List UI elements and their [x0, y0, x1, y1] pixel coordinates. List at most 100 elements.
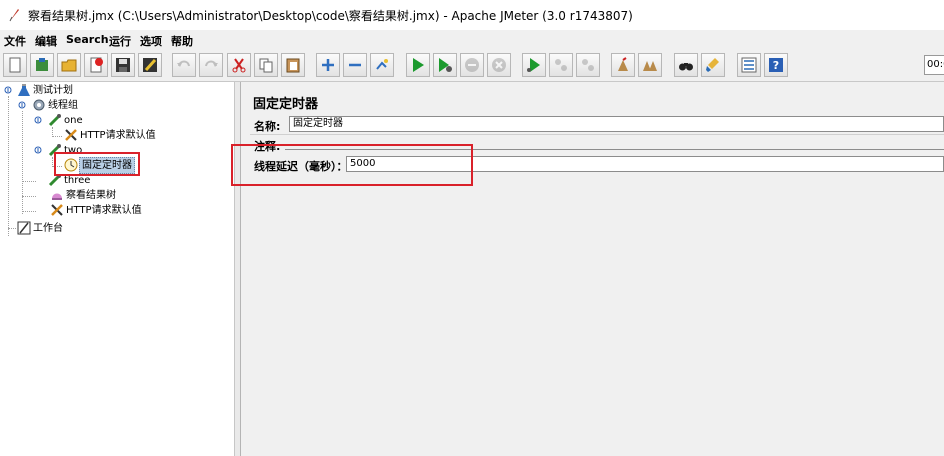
- name-label: 名称:: [254, 120, 281, 133]
- function-helper-button[interactable]: [737, 53, 761, 77]
- tree-guide: [8, 228, 16, 229]
- shutdown-button[interactable]: [487, 53, 511, 77]
- expand-toggle-icon[interactable]: [18, 101, 26, 109]
- gear-icon: [33, 99, 45, 111]
- tree-guide: [22, 181, 36, 182]
- expand-button[interactable]: [316, 53, 340, 77]
- open-icon: [61, 59, 77, 72]
- workbench-icon: [17, 221, 31, 235]
- tree-guide: [8, 96, 9, 236]
- toggle-button[interactable]: [370, 53, 394, 77]
- collapse-button[interactable]: [343, 53, 367, 77]
- redo-button[interactable]: [199, 53, 223, 77]
- tree-guide: [22, 196, 36, 197]
- comment-label: 注释:: [254, 140, 281, 153]
- clear-button[interactable]: [611, 53, 635, 77]
- paste-button[interactable]: [281, 53, 305, 77]
- jmeter-feather-icon: [9, 9, 19, 22]
- svg-text:?: ?: [773, 59, 779, 72]
- expand-icon: [322, 59, 334, 71]
- expand-toggle-icon[interactable]: [34, 146, 42, 154]
- pipette-icon: [48, 144, 61, 157]
- menu-help[interactable]: 帮助: [171, 33, 193, 49]
- copy-icon: [259, 58, 273, 73]
- redo-icon: [205, 60, 218, 67]
- cut-icon: [232, 58, 246, 73]
- search-button[interactable]: [674, 53, 698, 77]
- stop-icon: [465, 58, 479, 72]
- save-as-icon: [143, 58, 157, 72]
- close-icon: [90, 57, 103, 73]
- toggle-icon: [376, 59, 388, 70]
- save-button[interactable]: [111, 53, 135, 77]
- tools-icon: [65, 129, 77, 141]
- tools-icon: [51, 204, 63, 216]
- paste-icon: [286, 58, 300, 73]
- undo-icon: [177, 60, 190, 67]
- function-helper-icon: [741, 57, 757, 73]
- reset-search-button[interactable]: [701, 53, 725, 77]
- save-as-button[interactable]: [138, 53, 162, 77]
- remote-shutdown-icon: [582, 59, 594, 71]
- divider: [250, 134, 944, 135]
- listener-icon: [52, 193, 62, 200]
- remote-start-button[interactable]: [522, 53, 546, 77]
- remote-shutdown-button[interactable]: [576, 53, 600, 77]
- expand-toggle-icon[interactable]: [34, 116, 42, 124]
- tree-guide: [52, 166, 62, 167]
- timer-config-panel: 固定定时器 名称: 固定定时器 注释: 线程延迟（毫秒）： 5000: [242, 82, 944, 456]
- panel-title: 固定定时器: [253, 97, 319, 112]
- test-plan-tree: 测试计划 线程组 one HTTP请求默认值 two 固定定时器 three 察…: [0, 82, 235, 456]
- start-button[interactable]: [406, 53, 430, 77]
- tree-guide: [22, 111, 23, 214]
- elapsed-time-display: 00:00: [924, 55, 944, 75]
- help-icon: ?: [769, 58, 783, 72]
- search-icon: [679, 63, 693, 71]
- help-button[interactable]: ?: [764, 53, 788, 77]
- pipette-icon: [48, 114, 61, 127]
- thread-delay-field[interactable]: 5000: [346, 156, 944, 172]
- remote-start-icon: [527, 58, 540, 72]
- window-title: 察看结果树.jmx (C:\Users\Administrator\Deskto…: [28, 9, 633, 23]
- menu-search[interactable]: Search: [66, 33, 109, 46]
- pipette-icon: [48, 174, 61, 187]
- new-icon: [9, 57, 21, 73]
- close-button[interactable]: [84, 53, 108, 77]
- toolbar: ? 00:00: [0, 49, 944, 82]
- clear-all-button[interactable]: [638, 53, 662, 77]
- open-button[interactable]: [57, 53, 81, 77]
- start-icon: [413, 58, 424, 72]
- collapse-icon: [349, 63, 361, 67]
- name-field[interactable]: 固定定时器: [289, 116, 944, 132]
- clear-icon: [618, 57, 628, 71]
- menu-file[interactable]: 文件: [4, 33, 26, 49]
- tree-guide: [52, 136, 62, 137]
- stop-button[interactable]: [460, 53, 484, 77]
- clear-all-icon: [643, 61, 657, 71]
- remote-stop-button[interactable]: [549, 53, 573, 77]
- menu-edit[interactable]: 编辑: [35, 33, 57, 49]
- copy-button[interactable]: [254, 53, 278, 77]
- new-button[interactable]: [3, 53, 27, 77]
- start-no-pause-button[interactable]: [433, 53, 457, 77]
- start-no-pause-icon: [439, 58, 452, 72]
- comment-field[interactable]: [285, 138, 944, 150]
- undo-button[interactable]: [172, 53, 196, 77]
- save-icon: [116, 58, 130, 72]
- templates-icon: [36, 58, 48, 71]
- remote-stop-icon: [555, 59, 567, 71]
- thread-delay-label: 线程延迟（毫秒）：: [254, 160, 348, 173]
- cut-button[interactable]: [227, 53, 251, 77]
- flask-icon: [18, 84, 30, 96]
- menu-run[interactable]: 运行: [109, 33, 131, 49]
- reset-search-icon: [706, 58, 719, 72]
- pane-splitter[interactable]: [235, 82, 241, 456]
- templates-button[interactable]: [30, 53, 54, 77]
- title-bar: 察看结果树.jmx (C:\Users\Administrator\Deskto…: [0, 0, 944, 30]
- menu-bar: 文件 编辑 Search 运行 选项 帮助: [0, 30, 944, 49]
- tree-guide: [22, 211, 36, 212]
- shutdown-icon: [492, 58, 506, 72]
- menu-options[interactable]: 选项: [140, 33, 162, 49]
- timer-icon: [64, 158, 78, 172]
- expand-toggle-icon[interactable]: [4, 86, 12, 94]
